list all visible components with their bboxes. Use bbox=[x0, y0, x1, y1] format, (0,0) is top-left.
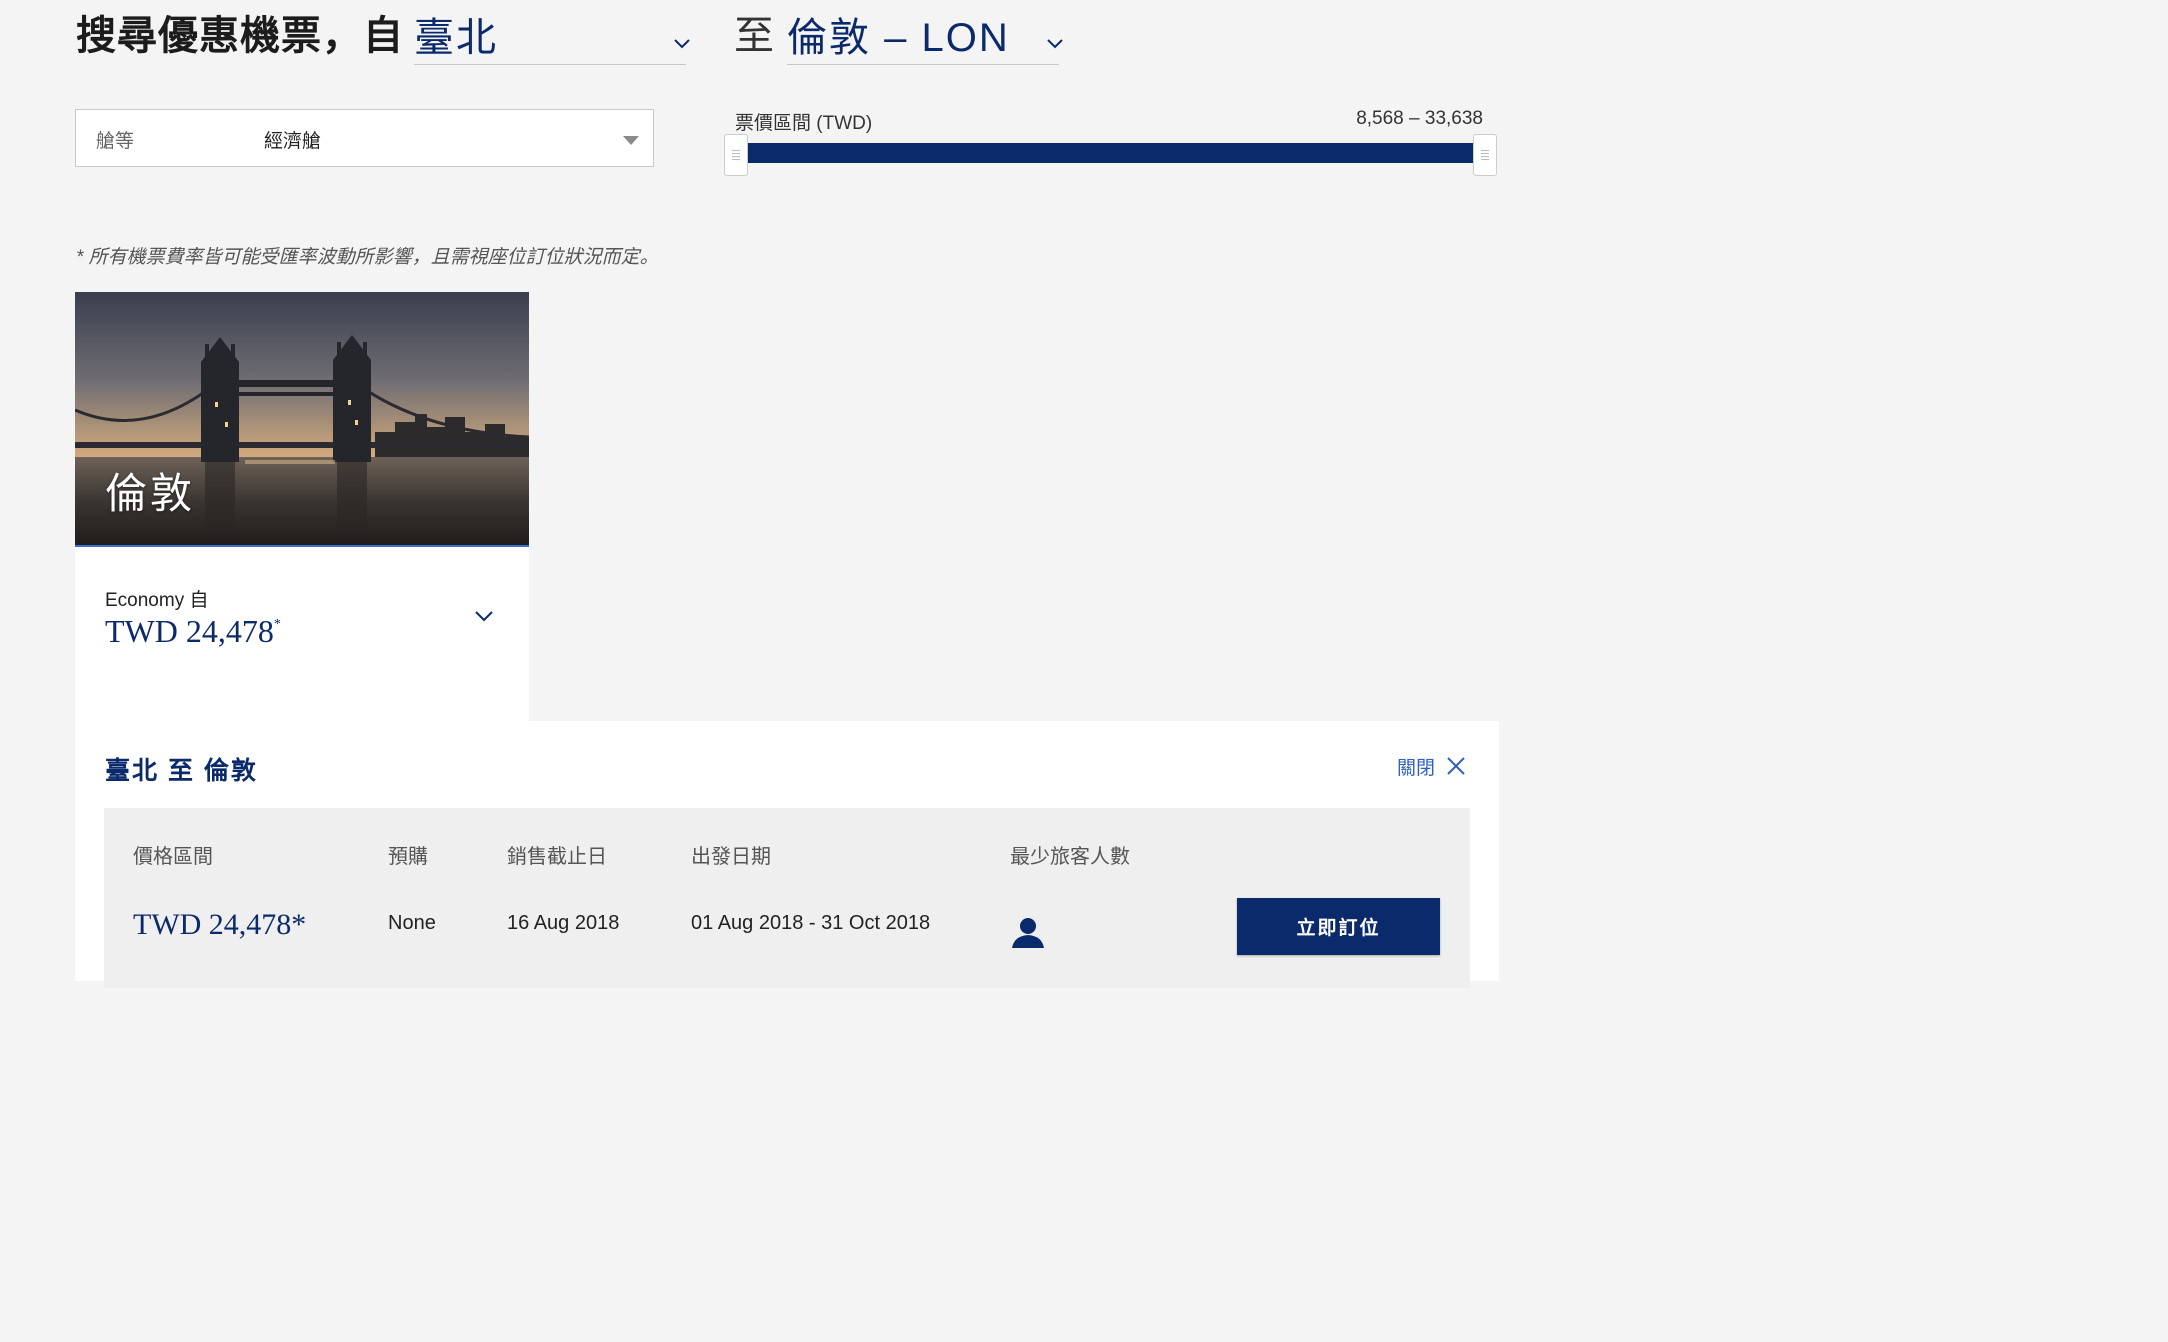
header-sale-end: 銷售截止日 bbox=[507, 846, 607, 868]
detail-route-title: 臺北 至 倫敦 bbox=[105, 757, 258, 785]
destination-photo[interactable]: 倫敦 bbox=[75, 292, 529, 547]
chevron-down-icon bbox=[674, 39, 690, 49]
card-cabin-label: Economy 自 bbox=[105, 590, 209, 611]
grip-icon bbox=[732, 150, 740, 160]
price-range-max-handle[interactable] bbox=[1473, 134, 1497, 176]
chevron-down-icon[interactable] bbox=[471, 603, 497, 629]
price-range-track[interactable] bbox=[748, 143, 1474, 163]
origin-value: 臺北 bbox=[414, 16, 498, 60]
to-label: 至 bbox=[734, 14, 774, 58]
caret-down-icon bbox=[623, 136, 639, 145]
card-price-value: TWD 24,478 bbox=[105, 613, 274, 649]
destination-card[interactable]: Economy 自 TWD 24,478* bbox=[75, 547, 529, 722]
header-advance-purchase: 預購 bbox=[388, 846, 428, 868]
header-travel-dates: 出發日期 bbox=[691, 846, 771, 868]
person-icon bbox=[1012, 918, 1044, 948]
price-range-values: 8,568 – 33,638 bbox=[1356, 108, 1483, 129]
price-range-label: 票價區間 (TWD) bbox=[735, 113, 873, 134]
fare-disclaimer: * 所有機票費率皆可能受匯率波動所影響，且需視座位訂位狀況而定。 bbox=[76, 247, 659, 268]
cabin-class-value: 經濟艙 bbox=[264, 131, 322, 152]
row-sale-end: 16 Aug 2018 bbox=[507, 912, 620, 934]
close-icon bbox=[1447, 757, 1465, 775]
card-price: TWD 24,478* bbox=[105, 613, 281, 650]
fare-table: 價格區間 預購 銷售截止日 出發日期 最少旅客人數 TWD 24,478* No… bbox=[104, 808, 1470, 988]
close-label: 關閉 bbox=[1397, 757, 1436, 779]
card-city-name: 倫敦 bbox=[105, 469, 196, 518]
row-advance-purchase: None bbox=[388, 912, 436, 934]
fare-detail-panel: 臺北 至 倫敦 關閉 價格區間 預購 銷售截止日 出發日期 最少旅客人數 TWD… bbox=[75, 721, 1499, 988]
grip-icon bbox=[1481, 150, 1489, 160]
cabin-class-select[interactable]: 艙等 經濟艙 bbox=[75, 109, 654, 167]
price-range-min-handle[interactable] bbox=[724, 134, 748, 176]
origin-select[interactable]: 臺北 bbox=[414, 10, 690, 65]
destination-value: 倫敦 – LON bbox=[787, 16, 1010, 60]
card-price-asterisk: * bbox=[273, 617, 281, 632]
chevron-down-icon bbox=[1047, 39, 1063, 49]
header-min-passengers: 最少旅客人數 bbox=[1010, 846, 1130, 868]
row-price: TWD 24,478* bbox=[133, 908, 307, 941]
book-now-button[interactable]: 立即訂位 bbox=[1237, 898, 1440, 955]
search-heading: 搜尋優惠機票，自 bbox=[76, 14, 404, 58]
destination-select[interactable]: 倫敦 – LON bbox=[787, 10, 1063, 65]
row-travel-dates: 01 Aug 2018 - 31 Oct 2018 bbox=[691, 912, 931, 934]
cabin-class-label: 艙等 bbox=[96, 131, 135, 152]
header-price-range: 價格區間 bbox=[133, 846, 213, 868]
close-button[interactable]: 關閉 bbox=[1397, 751, 1467, 781]
